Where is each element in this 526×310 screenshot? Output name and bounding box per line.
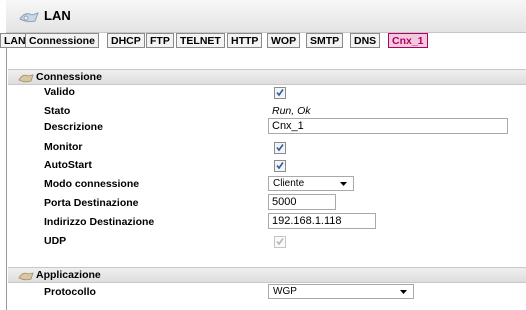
checkbox-udp: [274, 236, 286, 248]
section-link-icon: [18, 74, 34, 83]
label-autostart: AutoStart: [44, 159, 92, 171]
chevron-down-icon: [340, 182, 347, 186]
label-valido: Valido: [44, 86, 75, 98]
check-icon: [276, 162, 284, 170]
tab-connessione[interactable]: Connessione: [25, 33, 99, 48]
tab-http[interactable]: HTTP: [227, 33, 263, 48]
checkbox-valido[interactable]: [274, 87, 286, 99]
label-porta-destinazione: Porta Destinazione: [44, 197, 139, 209]
network-lan-icon: [19, 12, 39, 23]
tab-cnx-1[interactable]: Cnx_1: [388, 33, 428, 48]
tab-dns[interactable]: DNS: [350, 33, 381, 48]
check-icon: [276, 238, 284, 246]
section-title-applicazione: Applicazione: [36, 269, 101, 281]
tab-smtp[interactable]: SMTP: [306, 33, 344, 48]
tab-telnet[interactable]: TELNET: [176, 33, 225, 48]
config-window: LAN LAN Connessione DHCP FTP TELNET HTTP…: [0, 0, 526, 310]
input-porta-destinazione[interactable]: 5000: [268, 194, 336, 210]
label-udp: UDP: [44, 235, 67, 247]
chevron-down-icon: [400, 290, 407, 294]
section-header-applicazione[interactable]: Applicazione: [8, 267, 526, 283]
section-title-connessione: Connessione: [36, 71, 102, 83]
checkbox-monitor[interactable]: [274, 142, 286, 154]
select-modo-connessione-value: Cliente: [273, 178, 305, 189]
label-modo-connessione: Modo connessione: [44, 178, 140, 190]
select-modo-connessione[interactable]: Cliente: [268, 176, 354, 191]
tab-ftp[interactable]: FTP: [146, 33, 174, 48]
input-descrizione[interactable]: Cnx_1: [268, 118, 508, 134]
check-icon: [276, 144, 284, 152]
tab-bar: LAN Connessione DHCP FTP TELNET HTTP WOP…: [0, 33, 526, 51]
checkbox-autostart[interactable]: [274, 160, 286, 172]
select-protocollo[interactable]: WGP: [268, 284, 414, 299]
section-header-connessione[interactable]: Connessione: [8, 69, 526, 85]
window-title: LAN: [44, 8, 71, 23]
label-stato: Stato: [44, 105, 71, 117]
input-indirizzo-destinazione[interactable]: 192.168.1.118: [268, 213, 376, 229]
label-descrizione: Descrizione: [44, 121, 103, 133]
label-protocollo: Protocollo: [44, 286, 96, 298]
title-bar: LAN: [6, 0, 526, 33]
label-monitor: Monitor: [44, 141, 83, 153]
label-indirizzo-destinazione: Indirizzo Destinazione: [44, 216, 155, 228]
tab-dhcp[interactable]: DHCP: [107, 33, 145, 48]
value-stato: Run, Ok: [272, 105, 311, 117]
section-link-icon: [18, 272, 34, 281]
select-protocollo-value: WGP: [273, 286, 297, 297]
tab-wop[interactable]: WOP: [267, 33, 301, 48]
check-icon: [276, 89, 284, 97]
